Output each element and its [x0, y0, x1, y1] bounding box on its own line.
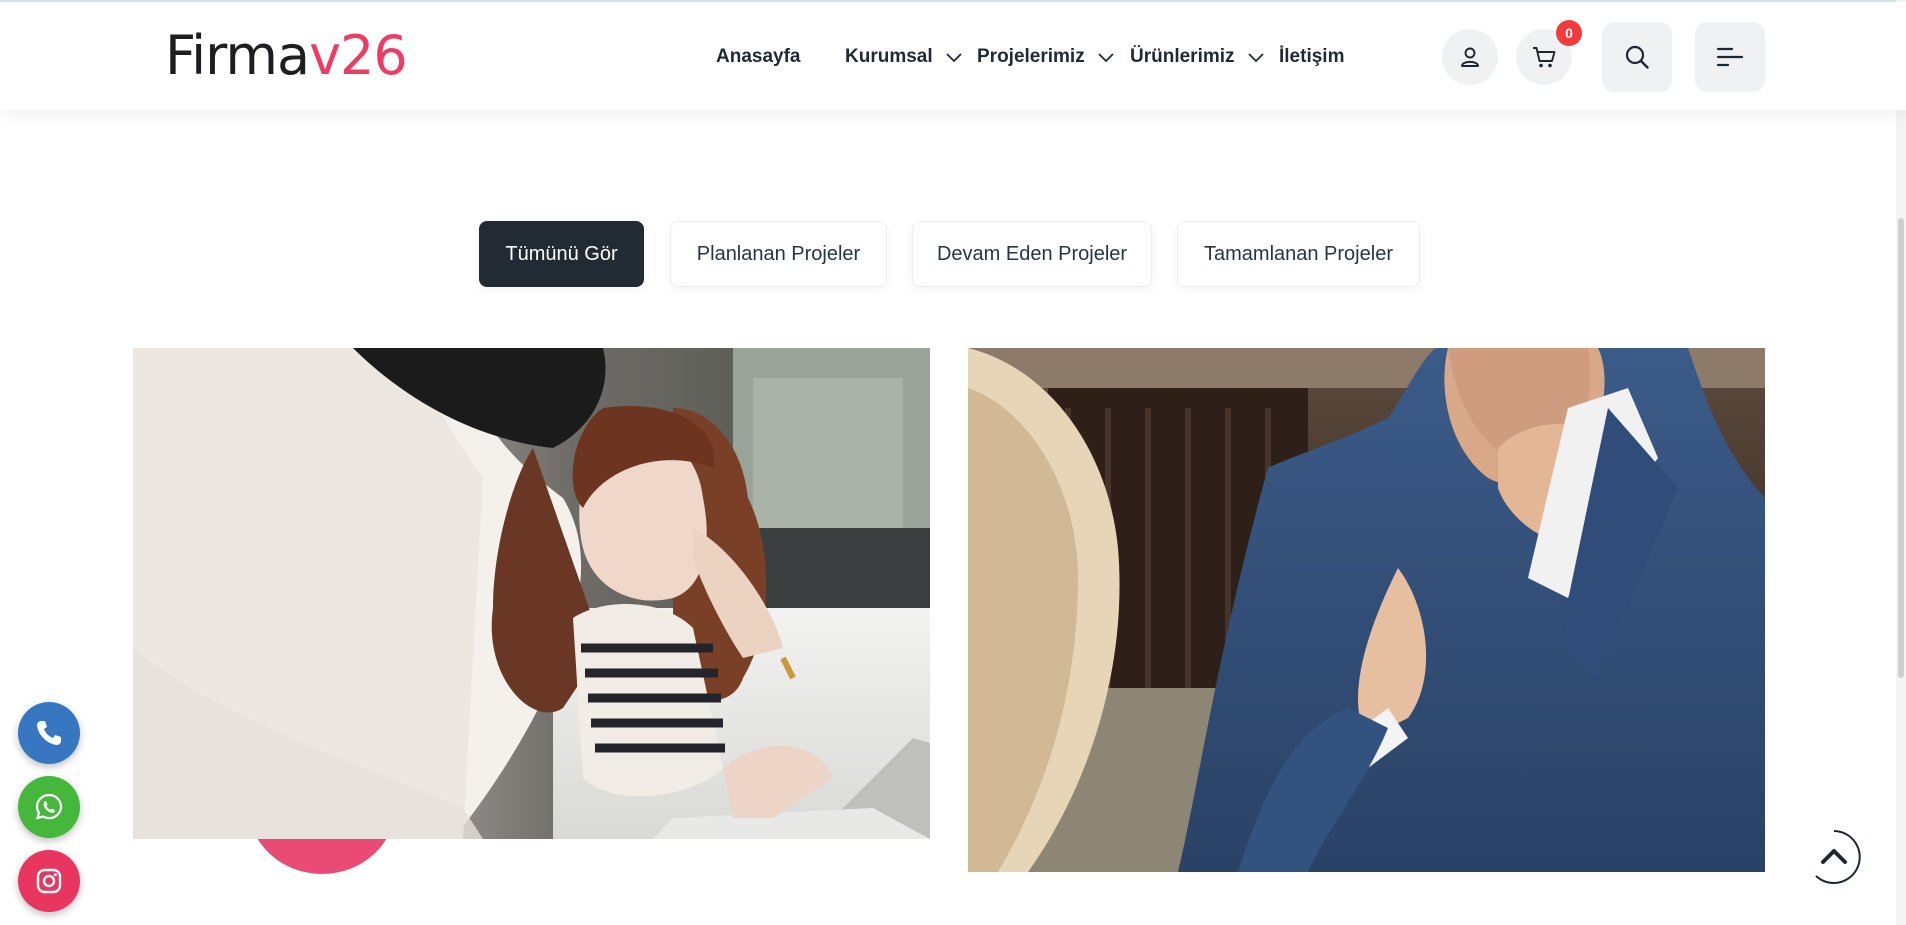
scroll-to-top-button[interactable]: [1806, 829, 1862, 885]
nav-item-label: Projelerimiz: [977, 46, 1085, 67]
nav-item-label: Ürünlerimiz: [1130, 46, 1235, 67]
filter-all[interactable]: Tümünü Gör: [479, 221, 644, 287]
account-button[interactable]: [1442, 29, 1498, 85]
filter-ongoing[interactable]: Devam Eden Projeler: [912, 221, 1152, 287]
cart-icon: [1533, 47, 1556, 68]
logo-text-accent: v26: [309, 24, 408, 87]
phone-icon: [37, 721, 61, 745]
menu-icon: [1716, 47, 1744, 67]
nav-item-anasayfa[interactable]: Anasayfa: [716, 44, 801, 70]
menu-button[interactable]: [1695, 22, 1765, 92]
nav-item-label: İletişim: [1279, 46, 1345, 67]
filter-planned[interactable]: Planlanan Projeler: [670, 221, 887, 287]
nav-item-label: Kurumsal: [845, 46, 933, 67]
instagram-button[interactable]: [18, 850, 80, 912]
whatsapp-button[interactable]: [18, 776, 80, 838]
logo-text-main: Firma: [165, 24, 310, 87]
cart-count-badge: 0: [1556, 20, 1582, 46]
nav-item-label: Anasayfa: [716, 46, 801, 67]
project-card[interactable]: [133, 348, 930, 839]
page-scrollbar[interactable]: [1896, 0, 1906, 925]
search-button[interactable]: [1602, 22, 1672, 92]
project-image: [968, 348, 1765, 872]
project-card[interactable]: [968, 348, 1765, 872]
search-icon: [1625, 45, 1649, 69]
site-header: Firmav26 Anasayfa Kurumsal Projelerimiz …: [0, 2, 1906, 110]
nav-item-urunlerimiz[interactable]: Ürünlerimiz: [1130, 44, 1265, 70]
filter-label: Devam Eden Projeler: [936, 242, 1128, 265]
nav-item-kurumsal[interactable]: Kurumsal: [845, 44, 963, 70]
chevron-down-icon: [946, 53, 962, 63]
filter-label: Planlanan Projeler: [696, 242, 861, 265]
nav-item-projelerimiz[interactable]: Projelerimiz: [977, 44, 1115, 70]
instagram-icon: [36, 868, 62, 894]
chevron-down-icon: [1247, 53, 1264, 63]
cart-button[interactable]: 0: [1516, 20, 1582, 85]
chevron-up-icon: [1815, 830, 1861, 884]
site-logo[interactable]: Firmav26: [165, 24, 408, 87]
filter-label: Tümünü Gör: [505, 242, 618, 265]
scrollbar-thumb[interactable]: [1898, 218, 1904, 678]
project-image: [133, 348, 930, 839]
phone-button[interactable]: [18, 702, 80, 764]
nav-item-iletisim[interactable]: İletişim: [1279, 44, 1344, 70]
filter-completed[interactable]: Tamamlanan Projeler: [1177, 221, 1420, 287]
filter-label: Tamamlanan Projeler: [1204, 242, 1393, 265]
whatsapp-icon: [35, 793, 63, 820]
chevron-down-icon: [1098, 53, 1114, 63]
user-icon: [1461, 47, 1479, 67]
